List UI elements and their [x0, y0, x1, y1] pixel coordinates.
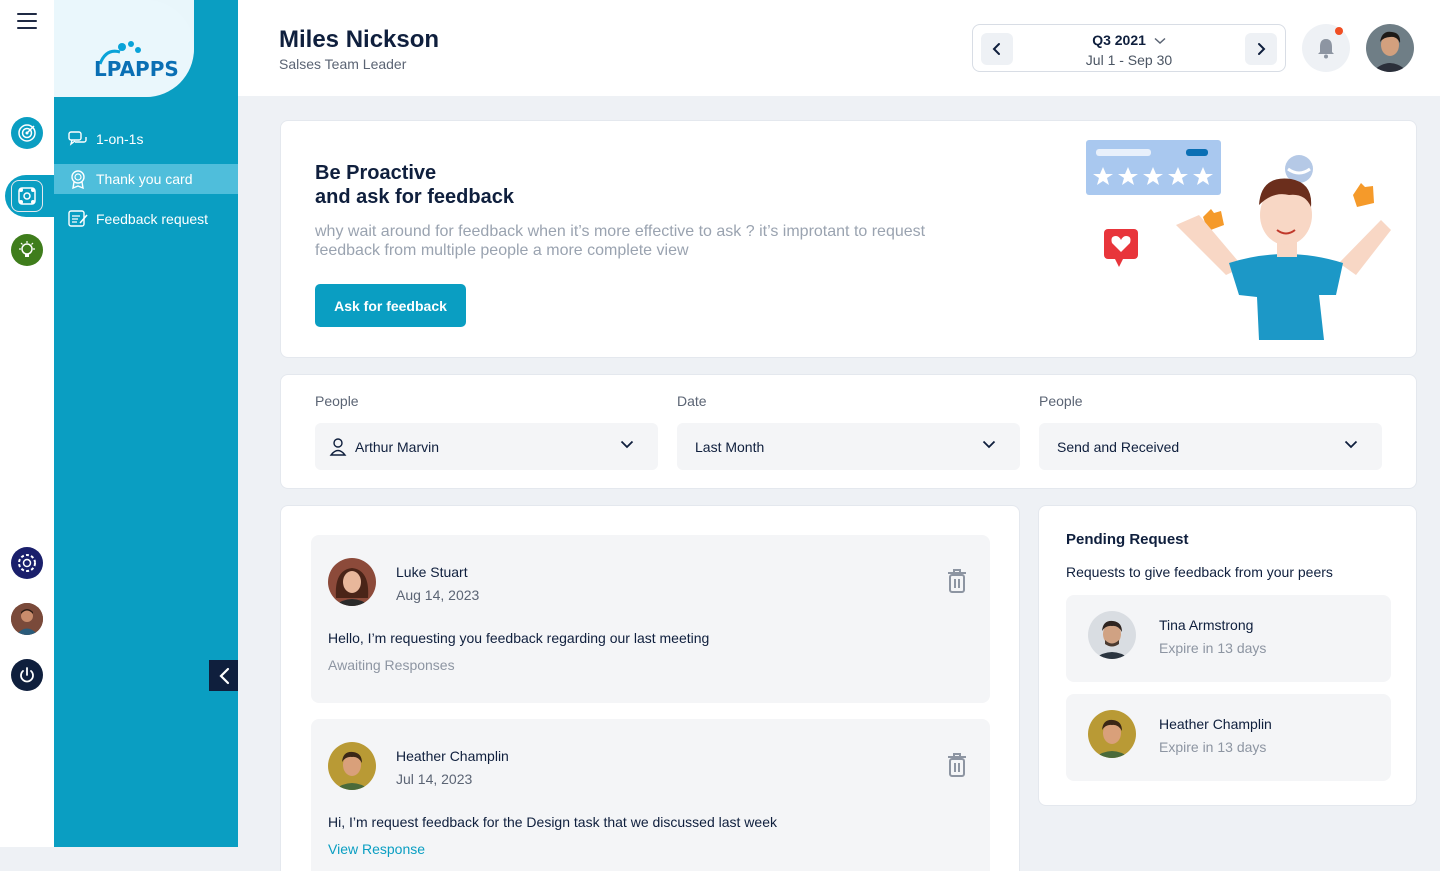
- request-message: Hello, I’m requesting you feedback regar…: [328, 630, 710, 646]
- collapse-sidebar-button[interactable]: [209, 660, 238, 691]
- avatar: [328, 558, 376, 606]
- chat-bubbles-icon: [68, 130, 88, 148]
- period-range: Jul 1 - Sep 30: [1085, 52, 1173, 68]
- sidebar-item-1on1s[interactable]: 1-on-1s: [54, 124, 238, 154]
- pending-request-card: Pending Request Requests to give feedbac…: [1038, 505, 1417, 806]
- avatar: [1088, 611, 1136, 659]
- feedback-form-icon: [68, 210, 88, 228]
- filter-label-date: Date: [677, 393, 707, 409]
- app-logo[interactable]: LPAPPS: [92, 38, 182, 82]
- request-status: Awaiting Responses: [328, 657, 455, 673]
- hero-title-line2: and ask for feedback: [315, 186, 514, 208]
- icon-rail: [0, 0, 65, 847]
- hero-title-line1: Be Proactive: [315, 162, 437, 184]
- list-item[interactable]: Tina Armstrong Expire in 13 days: [1066, 595, 1391, 682]
- hero-title: Be Proactive and ask for feedback: [315, 161, 715, 209]
- chevron-down-icon: [1344, 440, 1358, 449]
- settings-gear-icon[interactable]: [11, 547, 43, 579]
- bell-icon: [1318, 39, 1334, 59]
- idea-bulb-icon[interactable]: [11, 234, 43, 266]
- quarter-dropdown[interactable]: Q3 2021: [973, 32, 1285, 48]
- next-period-button[interactable]: [1245, 33, 1277, 65]
- direction-select[interactable]: Send and Received: [1039, 423, 1382, 470]
- people-select-value: Arthur Marvin: [355, 438, 440, 455]
- feedback-illustration: [1086, 140, 1391, 340]
- sidebar-item-label: Feedback request: [96, 211, 209, 227]
- power-logout-icon[interactable]: [11, 659, 43, 691]
- user-role: Salses Team Leader: [279, 56, 407, 72]
- sidebar-item-label: Thank you card: [96, 171, 193, 187]
- menu-icon[interactable]: [17, 13, 37, 31]
- request-date: Aug 14, 2023: [396, 587, 480, 603]
- avatar: [328, 742, 376, 790]
- rail-user-avatar[interactable]: [11, 603, 43, 635]
- peer-name: Tina Armstrong: [1159, 617, 1254, 633]
- notification-dot: [1335, 27, 1343, 35]
- date-select-value: Last Month: [695, 438, 765, 455]
- direction-select-value: Send and Received: [1057, 438, 1180, 455]
- requester-name: Heather Champlin: [396, 748, 509, 764]
- quarter-label: Q3 2021: [1092, 32, 1146, 48]
- chevron-down-icon: [982, 440, 996, 449]
- peer-expiry: Expire in 13 days: [1159, 640, 1267, 656]
- goal-target-icon[interactable]: [11, 117, 43, 149]
- ask-for-feedback-button[interactable]: Ask for feedback: [315, 284, 466, 327]
- requester-name: Luke Stuart: [396, 564, 468, 580]
- request-message: Hi, I’m request feedback for the Design …: [328, 814, 777, 830]
- award-badge-icon: [68, 170, 88, 189]
- list-item[interactable]: Heather Champlin Jul 14, 2023 Hi, I’m re…: [311, 719, 990, 871]
- user-avatar[interactable]: [1366, 24, 1414, 72]
- delete-icon[interactable]: [946, 752, 968, 783]
- people-select[interactable]: Arthur Marvin: [315, 423, 658, 470]
- page-title-user-name: Miles Nickson: [279, 26, 440, 53]
- notifications-button[interactable]: [1302, 24, 1350, 72]
- filter-label-people: People: [315, 393, 359, 409]
- feedback-requests-list: Luke Stuart Aug 14, 2023 Hello, I’m requ…: [280, 505, 1020, 871]
- sidebar-item-feedback-request[interactable]: Feedback request: [54, 204, 238, 234]
- peer-name: Heather Champlin: [1159, 716, 1272, 732]
- logo-text: LPAPPS: [94, 57, 179, 81]
- pending-title: Pending Request: [1066, 531, 1189, 548]
- person-icon: [329, 437, 347, 456]
- sidebar: LPAPPS 1-on-1s Thank you card Feedback r…: [54, 0, 238, 847]
- period-selector: Q3 2021 Jul 1 - Sep 30: [972, 24, 1286, 72]
- feedback-hero-card: Be Proactive and ask for feedback why wa…: [280, 120, 1417, 358]
- filter-label-direction: People: [1039, 393, 1083, 409]
- filters-card: People Arthur Marvin Date Last Month Peo…: [280, 374, 1417, 489]
- pending-subtitle: Requests to give feedback from your peer…: [1066, 564, 1333, 580]
- sidebar-item-label: 1-on-1s: [96, 131, 144, 147]
- chevron-down-icon: [1154, 37, 1166, 45]
- list-item[interactable]: Heather Champlin Expire in 13 days: [1066, 694, 1391, 781]
- feedback-card-icon[interactable]: [11, 180, 43, 212]
- hero-description: why wait around for feedback when it’s m…: [315, 223, 926, 259]
- chevron-down-icon: [620, 440, 634, 449]
- delete-icon[interactable]: [946, 568, 968, 599]
- chevron-left-icon: [218, 667, 229, 684]
- chevron-right-icon: [1258, 43, 1266, 55]
- list-item[interactable]: Luke Stuart Aug 14, 2023 Hello, I’m requ…: [311, 535, 990, 703]
- request-date: Jul 14, 2023: [396, 771, 473, 787]
- view-response-link[interactable]: View Response: [328, 841, 425, 857]
- sidebar-item-thank-you-card[interactable]: Thank you card: [54, 164, 238, 194]
- peer-expiry: Expire in 13 days: [1159, 739, 1267, 755]
- top-header: Miles Nickson Salses Team Leader Q3 2021…: [238, 0, 1440, 96]
- avatar: [1088, 710, 1136, 758]
- date-select[interactable]: Last Month: [677, 423, 1020, 470]
